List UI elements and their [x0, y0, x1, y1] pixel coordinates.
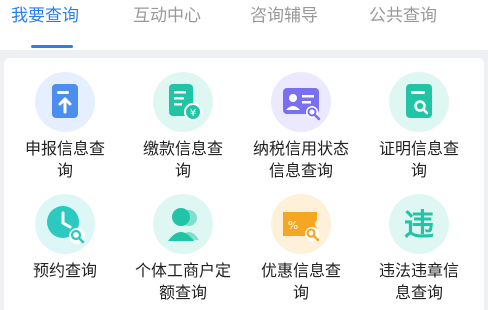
person-icon [153, 194, 213, 254]
grid-item-label: 缴款信息查询 [142, 139, 223, 180]
upload-document-icon [35, 72, 95, 132]
violation-icon: 违 [389, 194, 449, 254]
credit-card-search-icon [271, 72, 331, 132]
svg-text:¥: ¥ [190, 108, 196, 119]
payment-receipt-icon: ¥ [153, 72, 213, 132]
grid-item-label: 纳税信用状态 信息查询 [252, 139, 349, 180]
violation-glyph: 违 [404, 208, 434, 243]
tab-public-query[interactable]: 公共查询 [369, 4, 437, 28]
query-grid-card: 申报信息查询 ¥ 缴款信息查询 纳税信用状态 信息查询 证明信息查 询 预约查询… [4, 58, 484, 310]
clock-search-icon [35, 194, 95, 254]
discount-ticket-icon: % [271, 194, 331, 254]
grid-item-label: 申报信息查询 [24, 139, 105, 180]
certificate-search-icon [389, 72, 449, 132]
grid-item-label: 个体工商户定 额查询 [134, 261, 231, 302]
grid-item-label: 证明信息查询 [378, 139, 459, 180]
tab-my-query[interactable]: 我要查询 [11, 4, 79, 28]
grid-item-label: 违法违章信 息查询 [378, 261, 459, 302]
top-tab-bar: 我要查询 互动中心 咨询辅导 公共查询 [0, 0, 488, 50]
grid-item-label: 预约查询 [32, 261, 97, 280]
svg-text:%: % [288, 219, 298, 232]
grid-item-label: 优惠信息查询 [260, 261, 341, 302]
tab-interaction-center[interactable]: 互动中心 [133, 4, 201, 28]
active-tab-indicator [31, 45, 73, 48]
tab-consulting[interactable]: 咨询辅导 [250, 4, 318, 28]
